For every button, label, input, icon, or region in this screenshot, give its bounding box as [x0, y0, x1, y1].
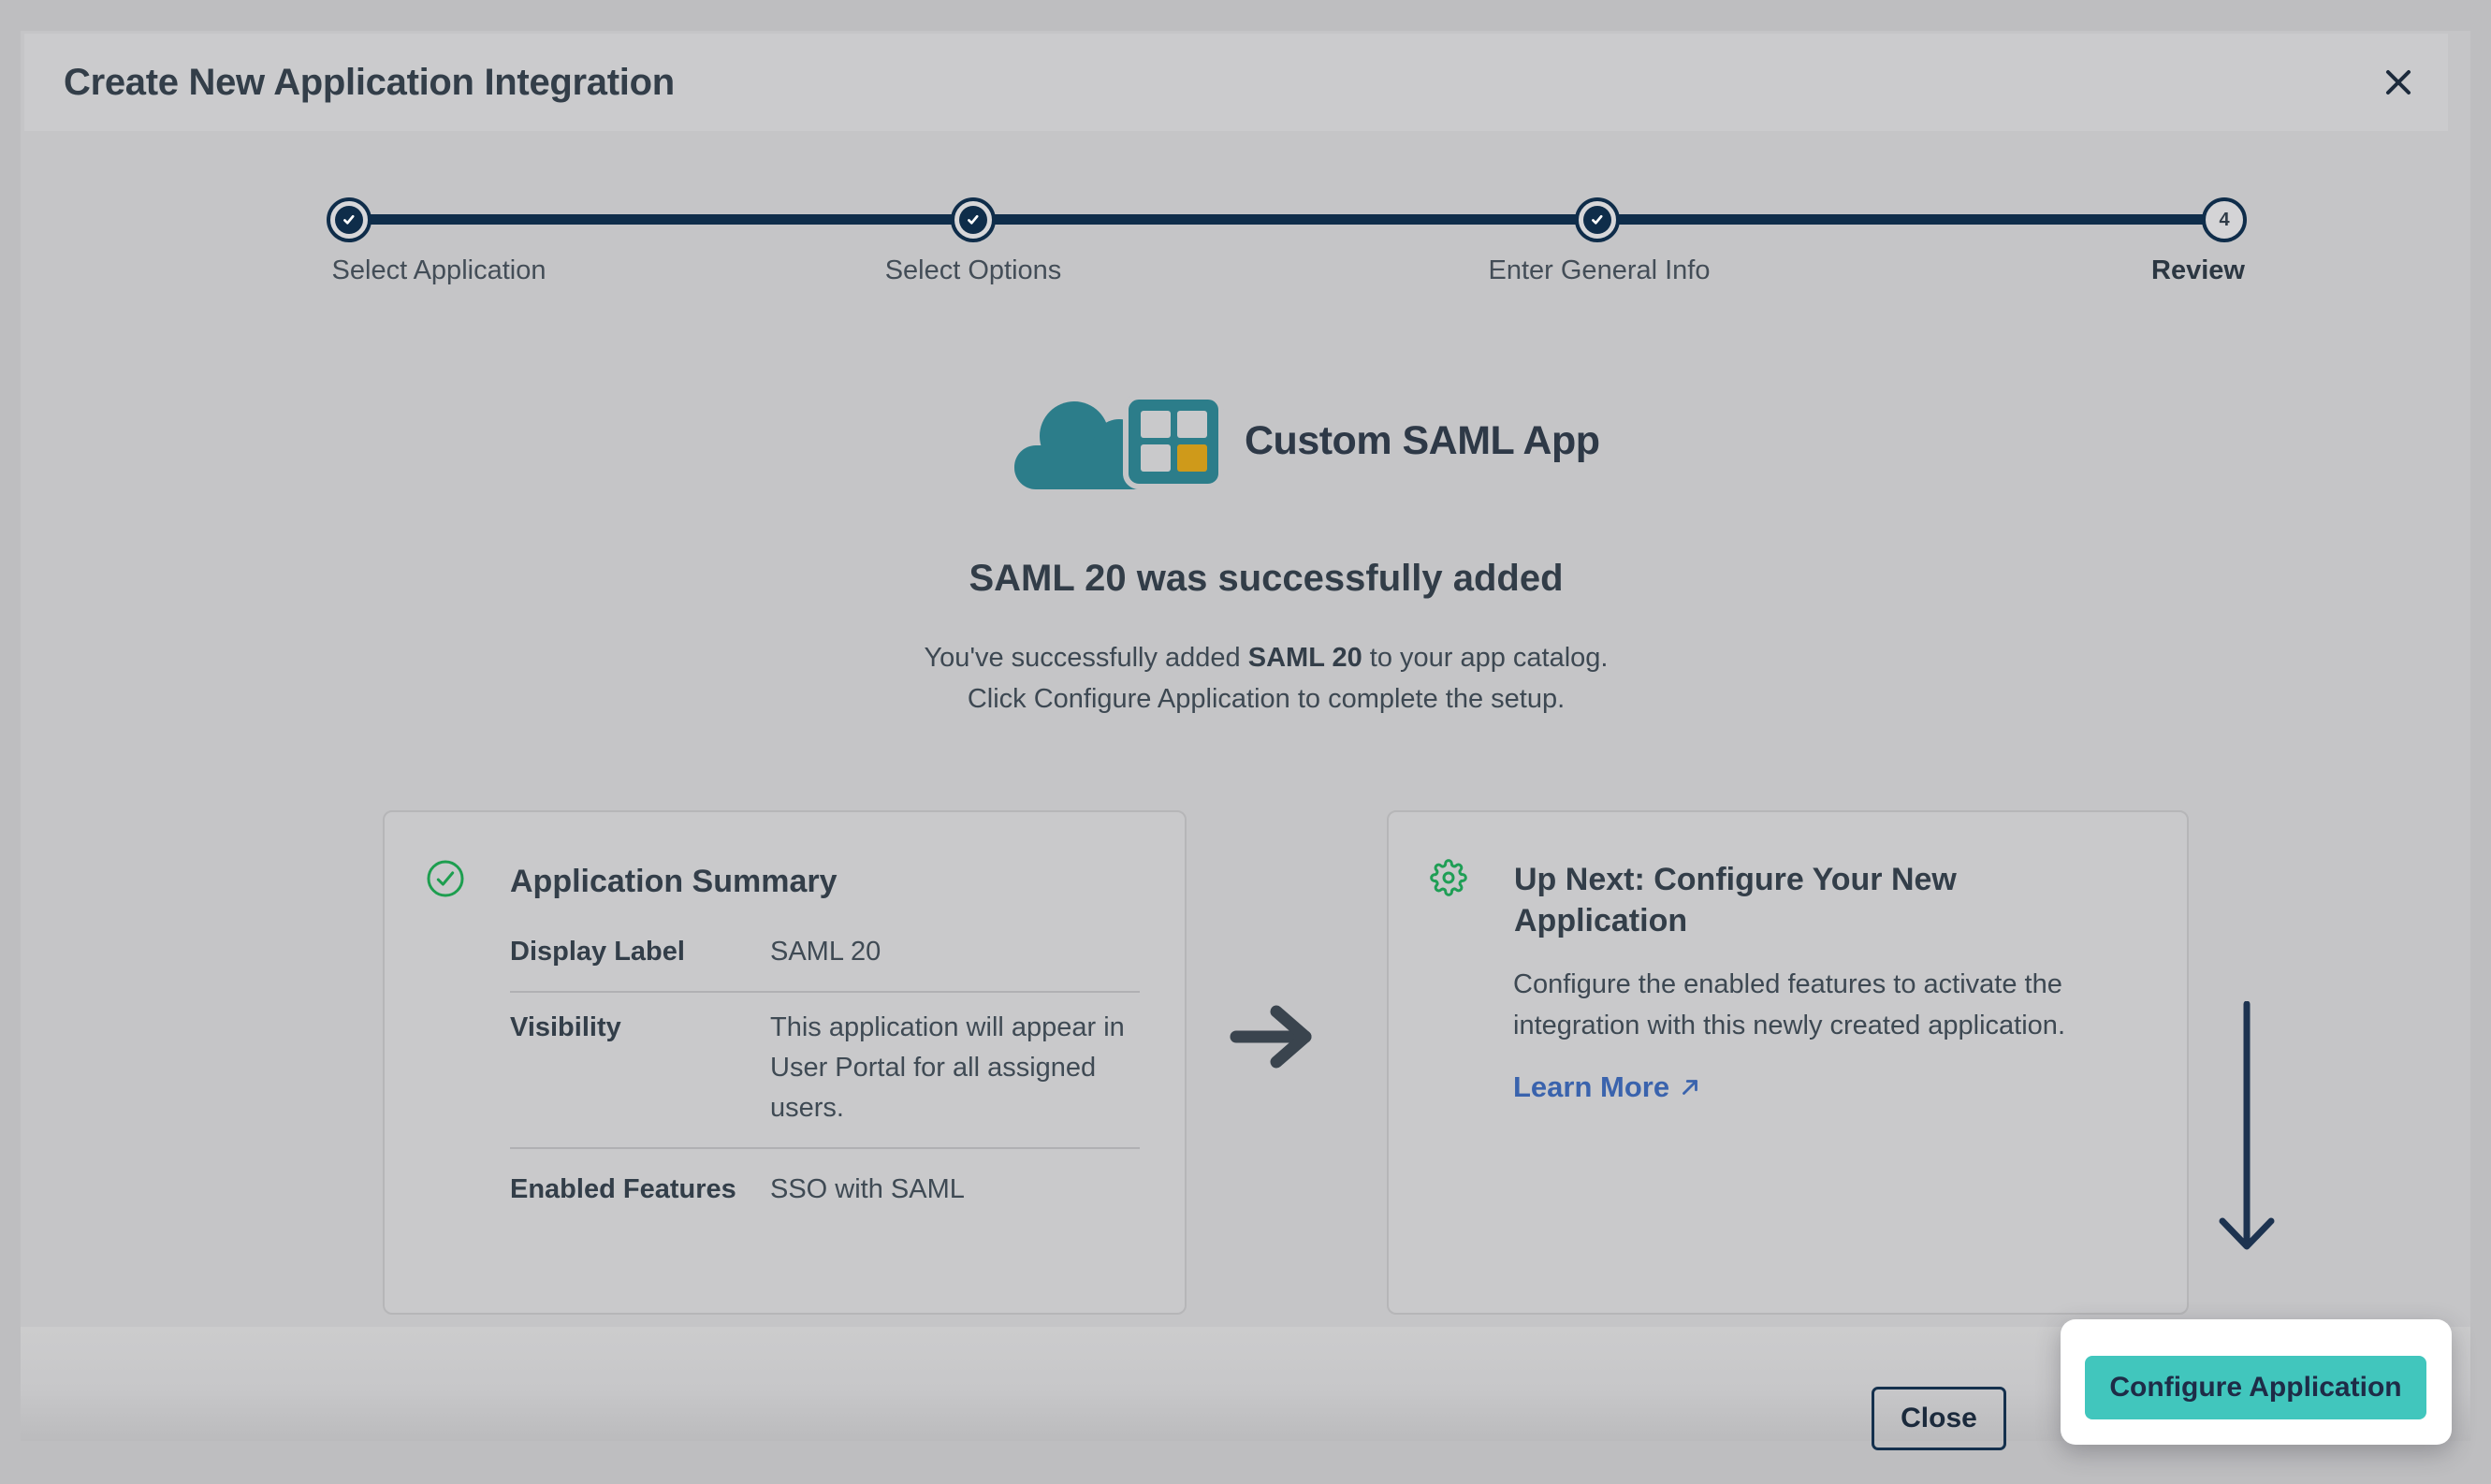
summary-rows: Display Label SAML 20 Visibility This ap…	[510, 917, 1140, 1229]
row-label: Visibility	[510, 1008, 761, 1128]
up-next-card: Up Next: Configure Your New Application …	[1387, 810, 2189, 1315]
step-2-indicator	[951, 197, 996, 242]
x-icon	[2378, 62, 2419, 103]
check-icon	[340, 211, 358, 229]
summary-card-title: Application Summary	[510, 861, 838, 902]
custom-saml-app-logo: Custom SAML App	[1007, 389, 1599, 492]
row-value: SSO with SAML	[770, 1170, 1140, 1210]
learn-more-link[interactable]: Learn More	[1513, 1070, 1702, 1104]
step-3-label: Enter General Info	[1489, 255, 1711, 286]
success-subtext: You've successfully added SAML 20 to you…	[21, 637, 2491, 720]
step-4-label: Review	[2151, 255, 2245, 286]
success-line1: You've successfully added SAML 20 to you…	[925, 643, 1609, 673]
step-1-label: Select Application	[332, 255, 546, 286]
row-value: SAML 20	[770, 932, 1140, 972]
external-link-arrow-icon	[1678, 1075, 1702, 1099]
screen: Create New Application Integration 4	[0, 0, 2491, 1484]
row-label: Display Label	[510, 932, 761, 972]
app-logo-name: Custom SAML App	[1245, 418, 1599, 464]
stepper-connector	[349, 214, 2224, 225]
dialog-title: Create New Application Integration	[64, 34, 675, 131]
gear-icon	[1430, 859, 1467, 896]
up-next-card-body: Configure the enabled features to activa…	[1513, 964, 2117, 1046]
summary-row-display-label: Display Label SAML 20	[510, 917, 1140, 993]
arrow-right-icon	[1228, 999, 1321, 1074]
create-application-dialog: Create New Application Integration 4	[21, 31, 2470, 1441]
step-1-indicator	[327, 197, 371, 242]
check-circle-outline-icon	[426, 859, 465, 898]
row-label: Enabled Features	[510, 1170, 761, 1210]
arrow-down-icon	[2216, 1001, 2278, 1273]
success-line2: Click Configure Application to complete …	[968, 684, 1565, 714]
step-3-indicator	[1575, 197, 1620, 242]
step-4-indicator: 4	[2202, 197, 2247, 242]
check-icon	[1588, 211, 1607, 229]
application-summary-card: Application Summary Display Label SAML 2…	[383, 810, 1187, 1315]
close-button[interactable]	[2373, 57, 2424, 108]
walkthrough-spotlight: Configure Application	[2061, 1319, 2452, 1445]
cloud-grid-app-icon	[1007, 391, 1230, 491]
close-dialog-button[interactable]: Close	[1872, 1387, 2006, 1450]
summary-row-enabled-features: Enabled Features SSO with SAML	[510, 1149, 1140, 1229]
up-next-card-title: Up Next: Configure Your New Application	[1514, 859, 2038, 941]
success-heading: SAML 20 was successfully added	[21, 558, 2491, 600]
row-value: This application will appear in User Por…	[770, 1008, 1140, 1128]
dialog-header: Create New Application Integration	[24, 34, 2448, 131]
learn-more-label: Learn More	[1513, 1070, 1669, 1104]
configure-application-button[interactable]: Configure Application	[2085, 1356, 2426, 1419]
summary-row-visibility: Visibility This application will appear …	[510, 993, 1140, 1149]
check-icon	[964, 211, 983, 229]
step-2-label: Select Options	[885, 255, 1062, 286]
